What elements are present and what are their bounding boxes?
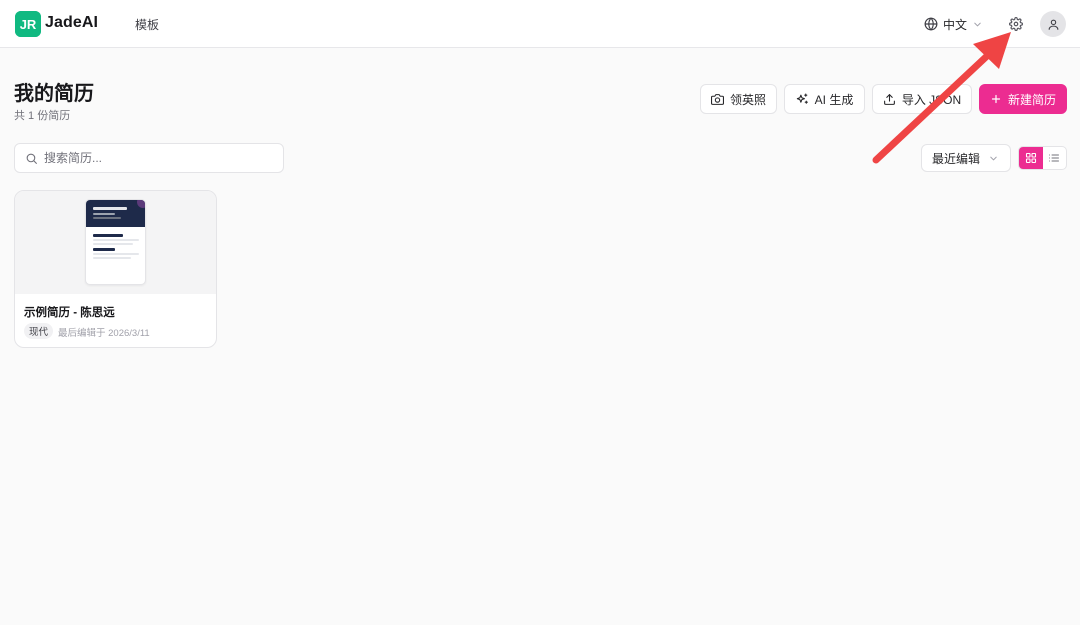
import-json-button[interactable]: 导入 JSON — [872, 84, 972, 114]
camera-icon — [710, 93, 724, 105]
new-resume-label: 新建简历 — [1007, 92, 1056, 107]
import-json-label: 导入 JSON — [901, 92, 962, 107]
user-icon — [1048, 19, 1058, 30]
resume-thumbnail-area — [15, 191, 216, 294]
sparkles-icon — [796, 93, 808, 104]
resume-count: 共 1 份简历 — [14, 110, 71, 122]
plus-icon — [991, 94, 1001, 104]
resume-thumbnail — [85, 199, 146, 285]
thumbnail-avatar-dot — [137, 200, 145, 208]
thumbnail-line — [93, 243, 133, 245]
new-resume-button[interactable]: 新建简历 — [979, 84, 1067, 114]
upload-icon — [883, 93, 895, 105]
logo-text[interactable]: JadeAI — [45, 14, 98, 32]
sort-selected-label: 最近编辑 — [932, 151, 981, 166]
top-navigation-bar: JR JadeAI 模板 中文 — [0, 0, 1080, 48]
thumbnail-line — [93, 217, 121, 219]
list-icon — [1049, 154, 1060, 162]
thumbnail-line — [93, 239, 139, 241]
language-label: 中文 — [943, 17, 968, 32]
thumbnail-line — [93, 234, 123, 237]
thumbnail-line — [93, 257, 131, 259]
sort-select[interactable]: 最近编辑 — [921, 144, 1011, 172]
chevron-down-icon — [990, 156, 997, 160]
grid-icon — [1025, 152, 1036, 164]
language-switcher[interactable]: 中文 — [924, 14, 983, 34]
page-title: 我的简历 — [14, 83, 94, 105]
last-edited-text: 最后编辑于 2026/3/11 — [58, 328, 150, 339]
logo-mark-text: JR — [20, 17, 37, 32]
search-icon — [26, 153, 37, 164]
template-tag: 现代 — [24, 323, 54, 339]
user-avatar-button[interactable] — [1040, 11, 1066, 37]
globe-icon — [924, 17, 938, 31]
thumbnail-line — [93, 207, 127, 210]
photo-button[interactable]: 领英照 — [700, 84, 777, 114]
search-box[interactable] — [14, 143, 284, 173]
ai-generate-button[interactable]: AI 生成 — [784, 84, 865, 114]
list-view-button[interactable] — [1043, 147, 1067, 169]
settings-button[interactable] — [1006, 14, 1026, 34]
grid-view-button[interactable] — [1019, 147, 1043, 169]
ai-generate-label: AI 生成 — [814, 92, 854, 107]
resume-card[interactable]: 示例简历 - 陈思远 现代 最后编辑于 2026/3/11 — [14, 190, 217, 348]
nav-link-templates[interactable]: 模板 — [135, 16, 159, 33]
chevron-down-icon — [974, 22, 981, 26]
logo-icon[interactable]: JR — [15, 11, 41, 37]
thumbnail-line — [93, 253, 139, 255]
gear-icon — [1009, 17, 1023, 31]
resume-title: 示例简历 - 陈思远 — [24, 307, 115, 319]
thumbnail-line — [93, 248, 115, 251]
search-input[interactable] — [44, 151, 264, 165]
thumbnail-line — [93, 213, 115, 215]
photo-button-label: 领英照 — [729, 92, 766, 107]
view-toggle — [1018, 146, 1067, 170]
